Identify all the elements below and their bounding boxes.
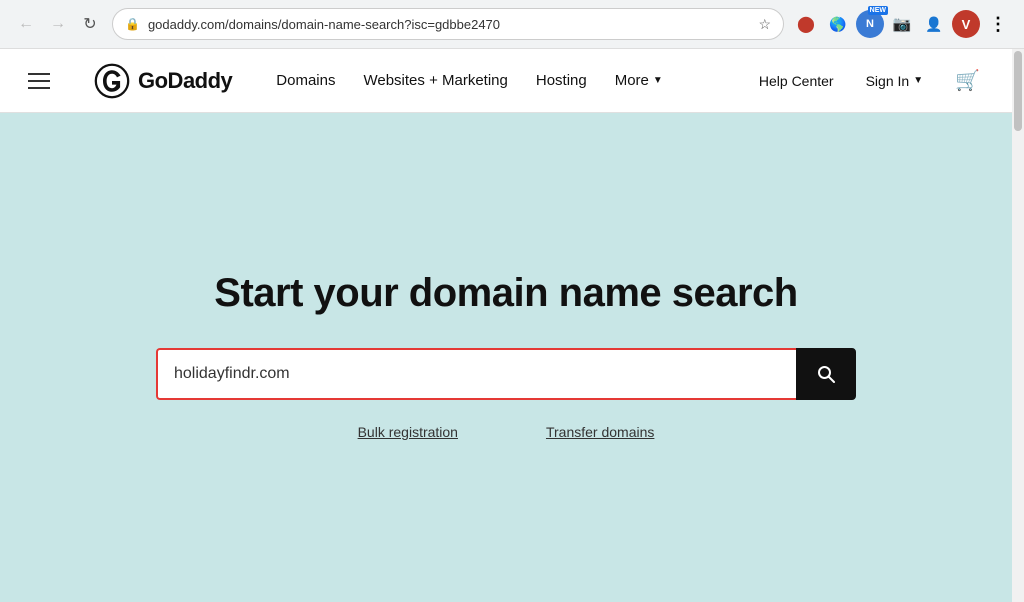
bulk-registration-link[interactable]: Bulk registration [354,420,462,444]
domain-search-input[interactable] [156,348,796,400]
nav-domains[interactable]: Domains [264,64,347,97]
search-links: Bulk registration Transfer domains [354,420,659,444]
scrollbar[interactable] [1012,49,1024,602]
browser-toolbar: ← → ↻ 🔒 ☆ ⬤ 🌎 N NEW 📷 👤 V ⋮ [0,0,1024,48]
search-icon [816,364,836,384]
hamburger-line-1 [28,73,50,75]
godaddy-logo-icon [94,63,130,99]
website-frame: GoDaddy Domains Websites + Marketing Hos… [0,49,1024,602]
search-button[interactable] [796,348,856,400]
extension-icon-red[interactable]: ⬤ [792,10,820,38]
bookmark-icon[interactable]: ☆ [758,16,771,33]
cart-button[interactable]: 🛒 [947,60,988,101]
hamburger-menu-button[interactable] [24,69,54,93]
nav-more[interactable]: More ▼ [603,64,675,97]
lock-icon: 🔒 [125,17,140,31]
sign-in-button[interactable]: Sign In ▼ [858,65,932,97]
forward-button[interactable]: → [44,10,72,38]
transfer-domains-link[interactable]: Transfer domains [542,420,658,444]
nav-right: Help Center Sign In ▼ 🛒 [751,60,988,101]
hamburger-line-3 [28,87,50,89]
browser-icons: ⬤ 🌎 N NEW 📷 👤 V ⋮ [792,10,1012,38]
logo-text: GoDaddy [138,68,232,94]
hero-title: Start your domain name search [214,271,797,316]
help-center-button[interactable]: Help Center [751,65,842,97]
scrollbar-thumb[interactable] [1014,51,1022,131]
extension-new-badge[interactable]: N NEW [856,10,884,38]
extension-icon-profile[interactable]: 👤 [920,10,948,38]
sign-in-chevron-icon: ▼ [913,75,923,86]
nav-websites-marketing[interactable]: Websites + Marketing [351,64,519,97]
address-bar[interactable]: 🔒 ☆ [112,8,784,40]
instagram-icon[interactable]: 📷 [888,10,916,38]
nav-hosting[interactable]: Hosting [524,64,599,97]
extension-icon-brown[interactable]: 🌎 [824,10,852,38]
back-button[interactable]: ← [12,10,40,38]
hamburger-line-2 [28,80,50,82]
search-container [156,348,856,400]
browser-chrome: ← → ↻ 🔒 ☆ ⬤ 🌎 N NEW 📷 👤 V ⋮ [0,0,1024,49]
browser-menu-button[interactable]: ⋮ [984,10,1012,38]
url-input[interactable] [148,17,750,32]
new-badge: NEW [868,6,888,15]
reload-button[interactable]: ↻ [76,10,104,38]
godaddy-header: GoDaddy Domains Websites + Marketing Hos… [0,49,1012,113]
main-content: Start your domain name search Bulk regis… [0,113,1012,602]
chevron-down-icon: ▼ [653,75,663,86]
user-avatar[interactable]: V [952,10,980,38]
nav-menu: Domains Websites + Marketing Hosting Mor… [264,64,719,97]
nav-buttons: ← → ↻ [12,10,104,38]
godaddy-logo[interactable]: GoDaddy [94,63,232,99]
